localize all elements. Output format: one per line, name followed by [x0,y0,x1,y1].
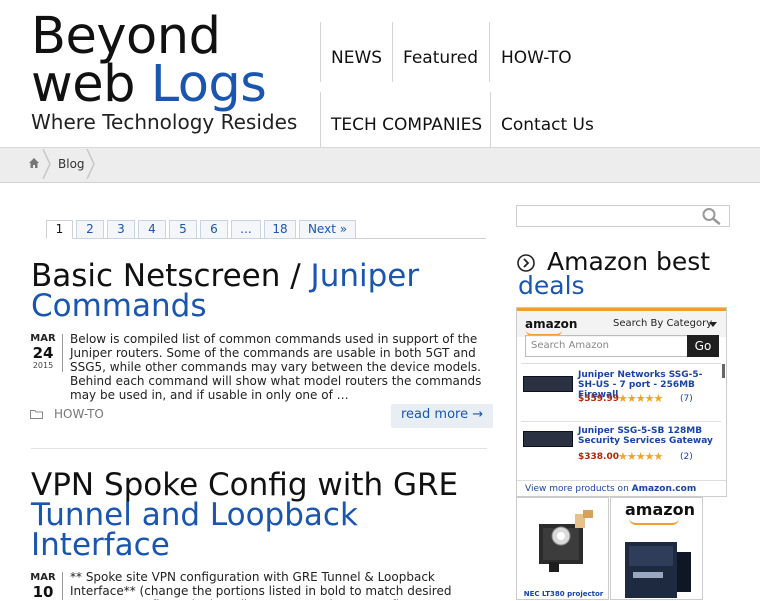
chevron-circle-icon [517,254,535,272]
nav-separator [490,92,491,147]
breadcrumb [0,147,760,183]
product-rating-stars: ★★★★★ [618,450,663,463]
page-5[interactable]: 5 [169,220,197,239]
post-title-part: Commands [31,288,207,324]
post-title-part: Interface [31,527,170,563]
post-title[interactable]: Basic Netscreen / Juniper Commands [31,258,491,324]
amazon-logo: amazon [625,500,695,519]
post-title-part: Juniper [310,258,420,294]
post-divider [31,448,487,449]
post-category-link[interactable]: HOW-TO [54,407,104,421]
amazon-category-select[interactable]: Search By Category [613,318,712,329]
search-icon[interactable] [701,207,721,225]
ad-amazon[interactable]: amazon [610,497,703,600]
amazon-product[interactable]: Juniper SSG-5-SB 128MB Security Services… [521,424,717,474]
page-next[interactable]: Next » [299,220,356,239]
pagination: 1 2 3 4 5 6 ... 18 Next » [46,220,356,239]
breadcrumb-chevron-icon [42,149,51,179]
product-name[interactable]: Juniper SSG-5-SB 128MB Security Services… [578,426,718,446]
nav-news[interactable]: NEWS [331,48,382,68]
post-title[interactable]: VPN Spoke Config with GRE Tunnel and Loo… [31,470,491,563]
home-icon[interactable] [28,157,40,169]
page-ellipsis: ... [231,220,261,239]
post-date: MAR 10 [29,572,57,600]
nav-separator [320,92,321,147]
post-date-day: 10 [32,583,54,601]
amazon-view-more-text: View more products on [525,484,632,494]
product-rating-stars: ★★★★★ [618,392,663,405]
amazon-go-button[interactable]: Go [687,335,719,357]
logo-word-web: web [31,55,135,114]
sidebar-search-input[interactable] [516,205,730,227]
product-review-count[interactable]: (7) [680,394,693,404]
sidebar-widget-title-word: deals [518,271,585,300]
amazon-separator [521,363,721,364]
post-date: MAR 24 2015 [29,333,57,371]
tape-cartridge-image [625,542,691,598]
breadcrumb-blog[interactable]: Blog [58,157,85,171]
ad-projector[interactable]: NEC LT380 projector [516,497,609,600]
post-date-day: 24 [32,344,54,362]
amazon-view-more-link[interactable]: View more products on Amazon.com [517,480,726,496]
page-6[interactable]: 6 [200,220,228,239]
nav-contact-us[interactable]: Contact Us [501,115,594,135]
product-review-count[interactable]: (2) [680,452,693,462]
post-excerpt: Below is compiled list of common command… [70,332,482,402]
nav-howto[interactable]: HOW-TO [501,48,572,68]
amazon-separator [521,421,721,422]
nav-separator [392,22,393,82]
folder-icon [30,410,43,419]
post-excerpt: ** Spoke site VPN configuration with GRE… [70,570,452,600]
sidebar-widget-title-line2: deals [518,271,585,300]
product-price: $559.99 [578,394,619,404]
breadcrumb-chevron-icon [86,149,95,179]
page-18[interactable]: 18 [264,220,296,239]
amazon-view-more-site: Amazon.com [631,484,697,494]
amazon-search-input[interactable]: Search Amazon [525,335,688,357]
date-divider [62,572,63,600]
nav-separator [320,22,321,82]
logo-word-logs: Logs [150,55,267,114]
date-divider [62,334,63,372]
product-image[interactable] [523,431,573,447]
page-1[interactable]: 1 [46,220,73,239]
nav-separator [489,22,490,82]
read-more-button[interactable]: read more → [391,404,494,428]
amazon-widget: amazon Search By Category Search Amazon … [516,307,727,497]
amazon-logo[interactable]: amazon [525,317,577,331]
product-image[interactable] [523,376,573,392]
page-3[interactable]: 3 [107,220,135,239]
amazon-smile-icon [629,518,679,525]
ad-caption[interactable]: NEC LT380 projector [517,590,608,598]
amazon-widget-header: amazon Search By Category [517,308,726,337]
amazon-product[interactable]: Juniper Networks SSG-5-SH-US - 7 port - … [521,368,717,418]
projector-lamp-image [539,510,593,572]
site-logo-line2[interactable]: web Logs [31,55,267,114]
nav-tech-companies[interactable]: TECH COMPANIES [331,115,482,135]
post-date-year: 2015 [32,361,54,370]
product-price: $338.00 [578,452,619,462]
amazon-scrollbar[interactable] [722,364,725,378]
page-2[interactable]: 2 [76,220,104,239]
page-4[interactable]: 4 [138,220,166,239]
nav-featured[interactable]: Featured [403,48,478,68]
caret-down-icon[interactable] [709,322,717,327]
site-tagline: Where Technology Resides [31,110,298,134]
